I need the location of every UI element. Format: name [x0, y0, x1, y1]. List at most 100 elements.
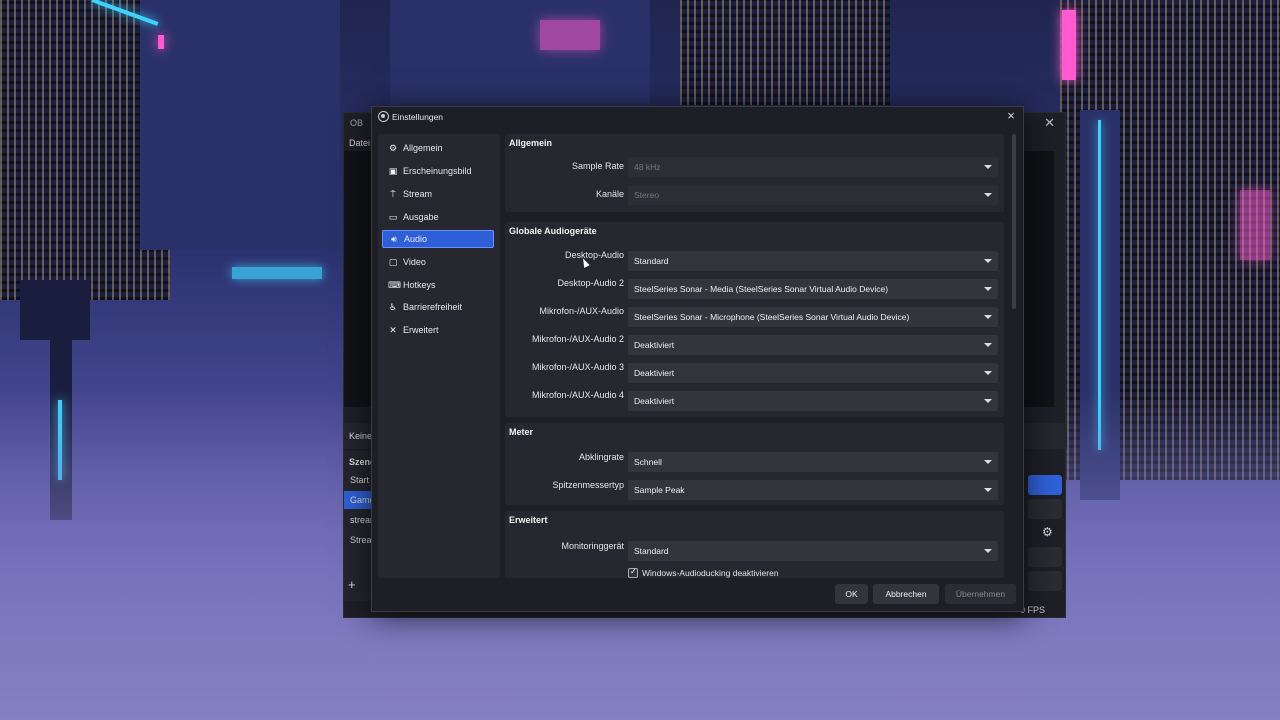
mic-aux-audio-select[interactable]: SteelSeries Sonar - Microphone (SteelSer… [628, 307, 998, 327]
keyboard-icon: ⌨ [388, 279, 401, 290]
preview-status-text: Keine [349, 431, 373, 441]
group-erweitert: Erweitert Monitoringgerät Standard Windo… [505, 511, 1004, 578]
mic-aux-audio-3-label: Mikrofon-/AUX-Audio 3 [531, 362, 624, 372]
chevron-down-icon [984, 343, 992, 347]
sidebar-item-label: Stream [403, 189, 433, 199]
settings-dialog: Einstellungen × ⚙ Allgemein ▣ Erscheinun… [371, 106, 1024, 612]
sidebar-item-video[interactable]: ▢ Video [382, 253, 494, 271]
chevron-down-icon [984, 488, 992, 492]
sidebar-item-stream[interactable]: ⍑ Stream [382, 185, 494, 203]
peak-meter-type-value: Sample Peak [634, 485, 685, 495]
dialog-titlebar[interactable]: Einstellungen × [372, 107, 1023, 127]
controls-button[interactable] [1028, 571, 1062, 591]
menu-datei[interactable]: Datei [349, 138, 370, 148]
controls-primary-button[interactable] [1028, 475, 1062, 495]
sidebar-item-erscheinungsbild[interactable]: ▣ Erscheinungsbild [382, 162, 494, 180]
group-title: Meter [509, 427, 534, 437]
sidebar-item-label: Hotkeys [403, 280, 436, 290]
chevron-down-icon [984, 315, 992, 319]
ok-button[interactable]: OK [835, 584, 868, 604]
obs-logo-icon [378, 111, 389, 122]
peak-meter-type-select[interactable]: Sample Peak [628, 480, 998, 500]
chevron-down-icon [984, 371, 992, 375]
chevron-down-icon [984, 287, 992, 291]
sidebar-item-label: Audio [404, 234, 428, 244]
broadcast-icon: ⍑ [390, 188, 396, 199]
apply-button[interactable]: Übernehmen [945, 584, 1016, 604]
scene-item[interactable]: Start [350, 475, 369, 485]
sidebar-item-ausgabe[interactable]: ▭ Ausgabe [382, 208, 494, 226]
sidebar-item-hotkeys[interactable]: ⌨ Hotkeys [382, 276, 494, 294]
decay-rate-value: Schnell [634, 457, 662, 467]
chevron-down-icon [984, 399, 992, 403]
channels-label: Kanäle [595, 189, 624, 199]
sidebar-item-label: Erweitert [403, 325, 439, 335]
chevron-down-icon [984, 165, 992, 169]
sidebar-item-erweitert[interactable]: ✕ Erweitert [382, 321, 494, 339]
mic-aux-audio-3-value: Deaktiviert [634, 368, 675, 378]
monitoring-device-select[interactable]: Standard [628, 541, 998, 561]
close-icon[interactable]: × [1003, 108, 1019, 124]
sample-rate-value: 48 kHz [634, 162, 661, 172]
sidebar-item-label: Ausgabe [403, 212, 439, 222]
group-title: Allgemein [509, 138, 553, 148]
controls-button[interactable] [1028, 499, 1062, 519]
speaker-icon: 🔊︎ [391, 233, 397, 244]
sample-rate-select[interactable]: 48 kHz [628, 157, 998, 177]
tools-icon: ✕ [389, 324, 397, 335]
desktop-audio-value: Standard [634, 256, 669, 266]
audio-ducking-label: Windows-Audioducking deaktivieren [642, 568, 779, 578]
mic-aux-audio-2-select[interactable]: Deaktiviert [628, 335, 998, 355]
decay-rate-label: Abklingrate [578, 452, 624, 462]
mic-aux-audio-value: SteelSeries Sonar - Microphone (SteelSer… [634, 312, 910, 322]
scene-item[interactable]: Strea [350, 535, 372, 545]
accessibility-icon: ♿︎ [388, 301, 398, 312]
dialog-title: Einstellungen [392, 112, 444, 122]
chevron-down-icon [984, 259, 992, 263]
monitor-icon: ▢ [388, 256, 398, 267]
obs-close-icon[interactable]: ✕ [1044, 115, 1055, 131]
output-icon: ▭ [388, 211, 398, 222]
group-title: Globale Audiogeräte [509, 226, 597, 236]
obs-window-title: OB [350, 118, 364, 128]
sidebar-item-audio[interactable]: 🔊︎ Audio [382, 230, 494, 248]
audio-ducking-checkbox[interactable] [628, 567, 638, 578]
decay-rate-select[interactable]: Schnell [628, 452, 998, 472]
settings-gear-icon[interactable]: ⚙ [1042, 525, 1053, 539]
sidebar-item-allgemein[interactable]: ⚙ Allgemein [382, 139, 494, 157]
add-scene-icon[interactable]: + [348, 577, 356, 592]
sidebar-item-barrierefreiheit[interactable]: ♿︎ Barrierefreiheit [382, 298, 494, 316]
desktop-audio-label: Desktop-Audio [564, 250, 624, 260]
mic-aux-audio-3-select[interactable]: Deaktiviert [628, 363, 998, 383]
chevron-down-icon [984, 460, 992, 464]
content-scrollbar[interactable] [1012, 134, 1017, 578]
peak-meter-type-label: Spitzenmessertyp [552, 480, 624, 490]
channels-select[interactable]: Stereo [628, 185, 998, 205]
mic-aux-audio-label: Mikrofon-/AUX-Audio [539, 306, 624, 316]
desktop-audio-2-select[interactable]: SteelSeries Sonar - Media (SteelSeries S… [628, 279, 998, 299]
desktop-audio-2-value: SteelSeries Sonar - Media (SteelSeries S… [634, 284, 889, 294]
mic-aux-audio-4-label: Mikrofon-/AUX-Audio 4 [531, 390, 624, 400]
desktop-audio-2-label: Desktop-Audio 2 [557, 278, 624, 288]
palette-icon: ▣ [388, 165, 398, 176]
group-title: Erweitert [509, 515, 548, 525]
sidebar-item-label: Allgemein [403, 143, 443, 153]
audio-ducking-row: Windows-Audioducking deaktivieren [628, 567, 779, 578]
sidebar-item-label: Barrierefreiheit [403, 302, 463, 312]
sample-rate-label: Sample Rate [571, 161, 624, 171]
mic-aux-audio-4-value: Deaktiviert [634, 396, 675, 406]
monitoring-device-value: Standard [634, 546, 669, 556]
chevron-down-icon [984, 549, 992, 553]
mic-aux-audio-2-label: Mikrofon-/AUX-Audio 2 [531, 334, 624, 344]
channels-value: Stereo [634, 190, 660, 200]
settings-sidebar: ⚙ Allgemein ▣ Erscheinungsbild ⍑ Stream … [378, 134, 500, 578]
sidebar-item-label: Video [403, 257, 426, 267]
monitoring-device-label: Monitoringgerät [561, 541, 624, 551]
scrollbar-thumb[interactable] [1012, 134, 1016, 309]
cancel-button[interactable]: Abbrechen [873, 584, 939, 604]
settings-content: Allgemein Sample Rate 48 kHz Kanäle Ster… [505, 134, 1005, 578]
desktop-audio-select[interactable]: Standard [628, 251, 998, 271]
sidebar-item-label: Erscheinungsbild [403, 166, 472, 176]
controls-button[interactable] [1028, 547, 1062, 567]
mic-aux-audio-4-select[interactable]: Deaktiviert [628, 391, 998, 411]
